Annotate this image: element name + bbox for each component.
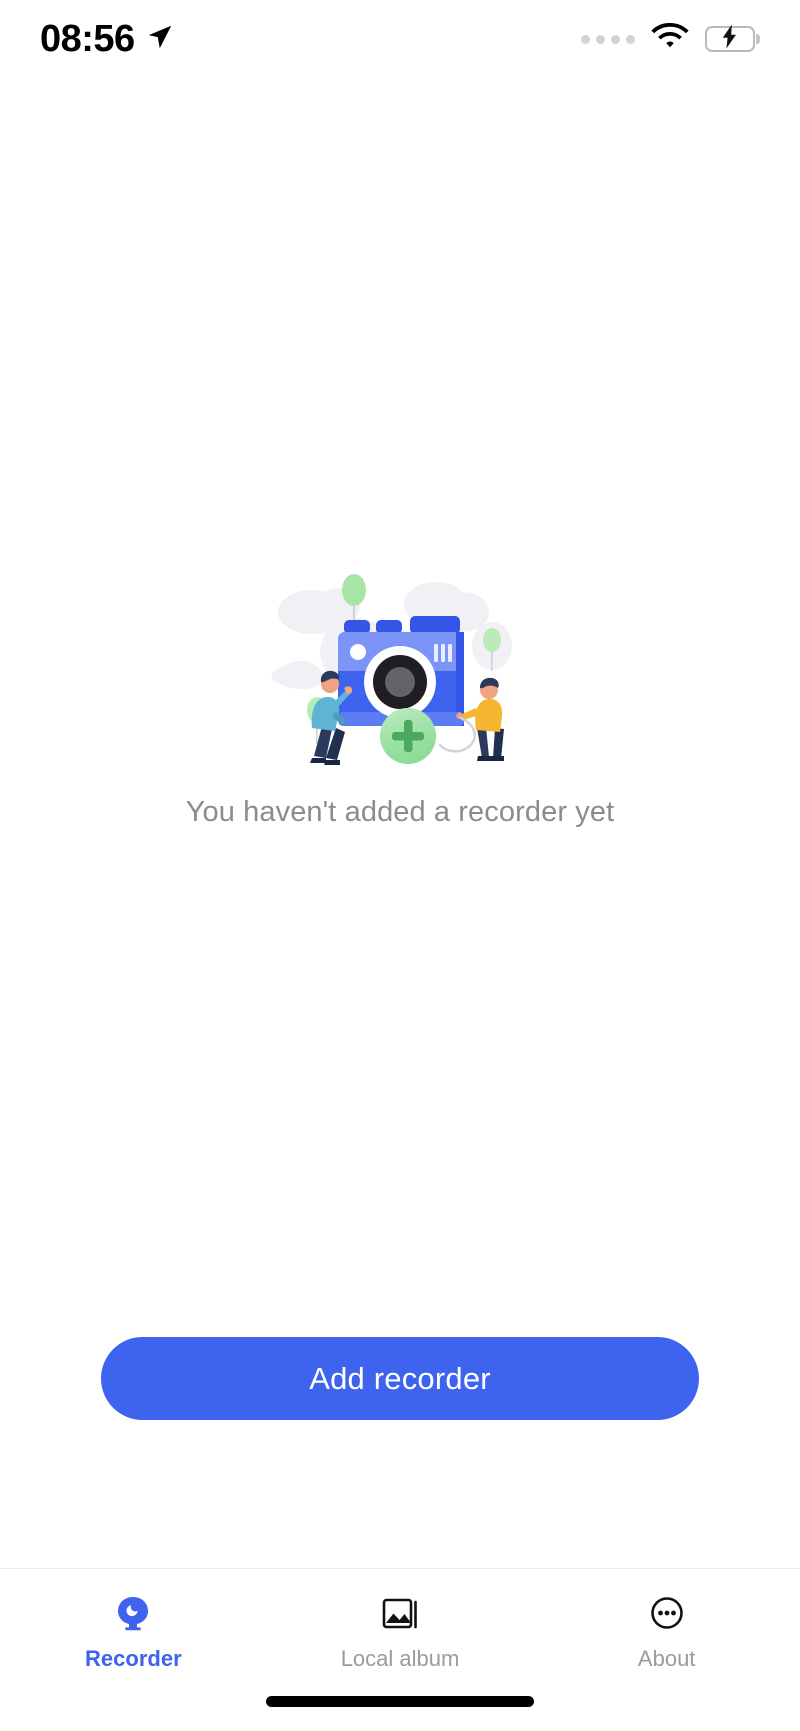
tab-recorder[interactable]: Recorder — [0, 1591, 267, 1672]
tab-recorder-label: Recorder — [85, 1646, 182, 1671]
wifi-icon — [651, 22, 689, 56]
status-bar-right — [581, 22, 760, 56]
location-arrow-icon — [145, 22, 175, 57]
clock-label: 08:56 — [40, 17, 135, 60]
cellular-dots-icon — [581, 34, 635, 44]
tab-about[interactable]: About — [533, 1591, 800, 1672]
empty-state-message: You haven't added a recorder yet — [185, 796, 615, 828]
empty-state: You haven't added a recorder yet — [0, 560, 800, 829]
tab-about-label: About — [637, 1646, 696, 1671]
image-frame-icon — [377, 1591, 423, 1637]
app-screen: 08:56 You haven't added a recorder yet A… — [0, 0, 800, 1731]
add-recorder-button[interactable]: Add recorder — [101, 1337, 699, 1420]
tab-local-album-label: Local album — [340, 1646, 460, 1671]
recorder-camera-icon — [110, 1591, 156, 1637]
camera-add-illustration — [271, 574, 512, 765]
status-bar: 08:56 — [0, 0, 800, 78]
battery-charging-icon — [705, 24, 760, 52]
tab-local-album[interactable]: Local album — [267, 1591, 534, 1672]
status-bar-left: 08:56 — [40, 18, 175, 61]
ellipsis-circle-icon — [644, 1591, 690, 1637]
home-indicator[interactable] — [266, 1696, 534, 1707]
add-badge — [380, 708, 436, 764]
